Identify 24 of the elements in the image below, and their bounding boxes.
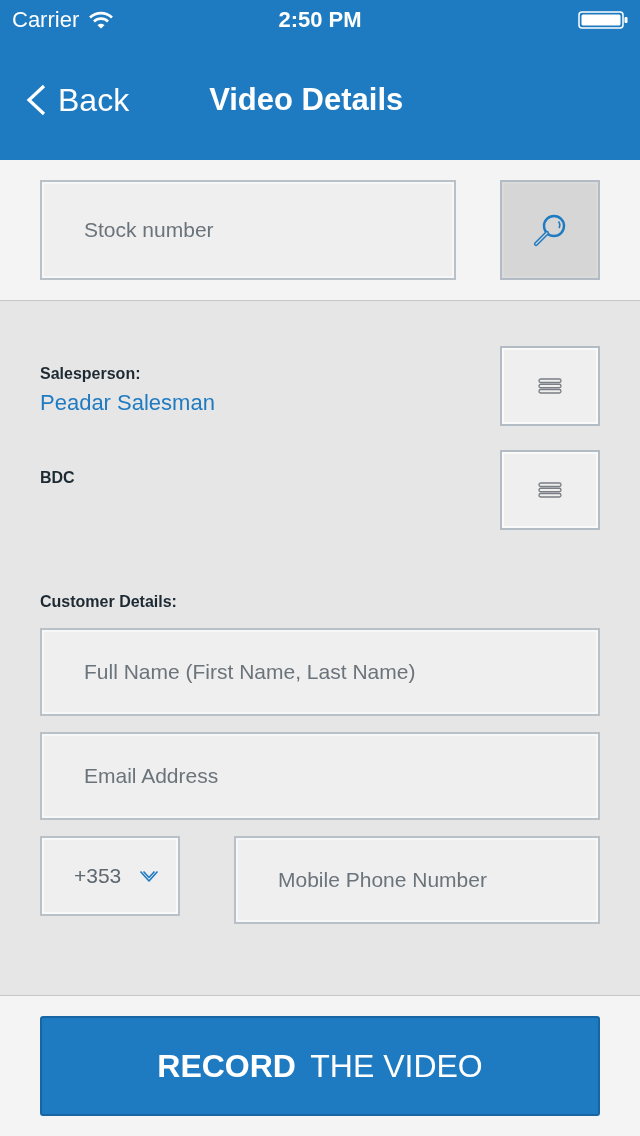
status-time: 2:50 PM xyxy=(278,7,362,33)
section-heading: Customer Details: xyxy=(40,592,178,612)
input-field[interactable]: Full Name (First Name, Last Name) xyxy=(40,628,600,716)
assignee-name: Peadar Salesman xyxy=(40,390,215,416)
search-button[interactable] xyxy=(500,180,600,280)
field-label: BDC xyxy=(40,468,75,488)
wifi-icon xyxy=(89,11,114,29)
record-video-button[interactable]: RECORD THE VIDEO xyxy=(40,1016,600,1116)
carrier-label: Carrier xyxy=(12,7,80,33)
battery-icon xyxy=(578,11,628,29)
country-code-dropdown[interactable]: +353 xyxy=(40,836,180,916)
back-button[interactable]: Back xyxy=(26,81,130,119)
stock-number-field[interactable]: Stock number xyxy=(40,180,456,280)
list-button[interactable] xyxy=(500,346,600,426)
menu-icon xyxy=(538,378,562,394)
field-label: Salesperson: xyxy=(40,364,142,384)
input-field[interactable]: Email Address xyxy=(40,732,600,820)
chevron-left-icon xyxy=(26,84,46,116)
chevron-down-icon xyxy=(139,869,160,883)
phone-number-field[interactable]: Mobile Phone Number xyxy=(234,836,600,924)
list-button[interactable] xyxy=(500,450,600,530)
search-icon xyxy=(533,213,567,247)
screen-title: Video Details xyxy=(209,81,404,119)
menu-icon xyxy=(538,482,562,498)
